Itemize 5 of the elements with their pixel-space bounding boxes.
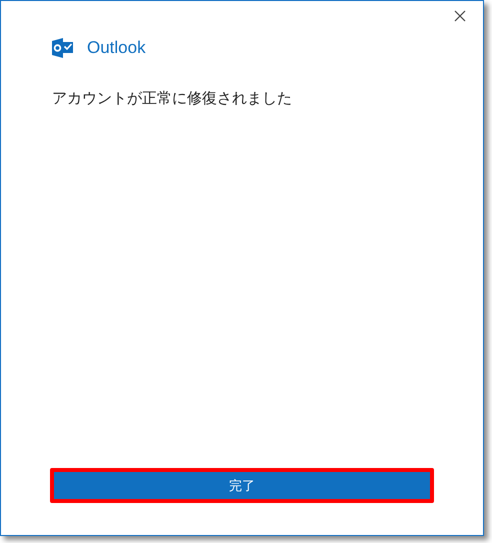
status-message: アカウントが正常に修復されました (52, 90, 292, 106)
app-logo-icon (52, 38, 74, 58)
app-name: Outlook (87, 37, 146, 59)
close-icon[interactable] (454, 10, 466, 22)
done-button[interactable]: 完了 (50, 468, 434, 503)
